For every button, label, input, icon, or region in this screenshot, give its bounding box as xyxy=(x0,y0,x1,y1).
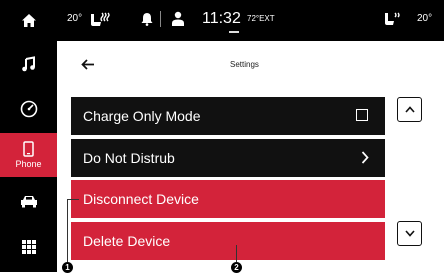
charge-only-mode-checkbox[interactable] xyxy=(356,109,368,121)
callout-1-leader-tick xyxy=(67,199,79,200)
settings-panel: Settings Charge Only Mode Do Not Distrub… xyxy=(57,41,444,272)
exterior-temperature: 72°EXT xyxy=(247,14,275,23)
phone-icon xyxy=(23,141,34,157)
clock-time[interactable]: 11:32 xyxy=(202,10,241,28)
disconnect-device-button[interactable]: Disconnect Device xyxy=(71,180,385,218)
chevron-up-icon xyxy=(404,106,415,113)
sidebar-item-apps[interactable] xyxy=(0,225,57,269)
back-arrow-icon[interactable] xyxy=(81,57,95,75)
seat-heat-icon[interactable] xyxy=(89,10,111,30)
chevron-down-icon xyxy=(404,230,415,237)
do-not-disturb-label: Do Not Distrub xyxy=(83,150,175,166)
callout-marker-1: 1 xyxy=(62,262,73,273)
callout-marker-2: 2 xyxy=(231,262,242,273)
sidebar-item-performance[interactable] xyxy=(0,88,57,130)
sidebar-item-music[interactable] xyxy=(0,44,57,84)
sidebar-item-vehicle[interactable] xyxy=(0,180,57,222)
do-not-disturb-row[interactable]: Do Not Distrub xyxy=(71,139,385,177)
divider xyxy=(160,11,161,27)
user-profile-icon[interactable] xyxy=(172,11,184,26)
disconnect-device-label: Disconnect Device xyxy=(83,191,199,207)
gauge-icon xyxy=(20,100,37,118)
scroll-down-button[interactable] xyxy=(397,221,422,246)
page-title: Settings xyxy=(230,60,259,69)
callout-1-leader xyxy=(67,199,68,262)
driver-temperature[interactable]: 20° xyxy=(67,13,82,24)
delete-device-label: Delete Device xyxy=(83,233,171,249)
apps-grid-icon xyxy=(21,240,36,254)
sidebar-item-phone[interactable]: Phone xyxy=(0,133,57,177)
delete-device-button[interactable]: Delete Device xyxy=(71,222,385,260)
charge-only-mode-label: Charge Only Mode xyxy=(83,108,201,124)
charge-only-mode-row[interactable]: Charge Only Mode xyxy=(71,97,385,135)
passenger-seat-heat-icon[interactable] xyxy=(383,10,401,28)
sidebar: Phone xyxy=(0,0,57,272)
chevron-right-icon xyxy=(361,151,369,167)
callout-2-leader xyxy=(236,245,237,262)
music-icon xyxy=(21,56,35,72)
home-icon xyxy=(21,13,36,27)
status-bar: 20° 11:32 72°EXT 20° xyxy=(57,0,444,41)
sidebar-item-phone-label: Phone xyxy=(15,159,42,169)
car-icon xyxy=(20,196,37,208)
passenger-temperature[interactable]: 20° xyxy=(417,13,432,24)
bell-icon[interactable] xyxy=(141,12,153,26)
sidebar-item-home[interactable] xyxy=(0,0,57,40)
scroll-up-button[interactable] xyxy=(397,97,422,122)
pull-down-handle[interactable] xyxy=(229,31,239,33)
